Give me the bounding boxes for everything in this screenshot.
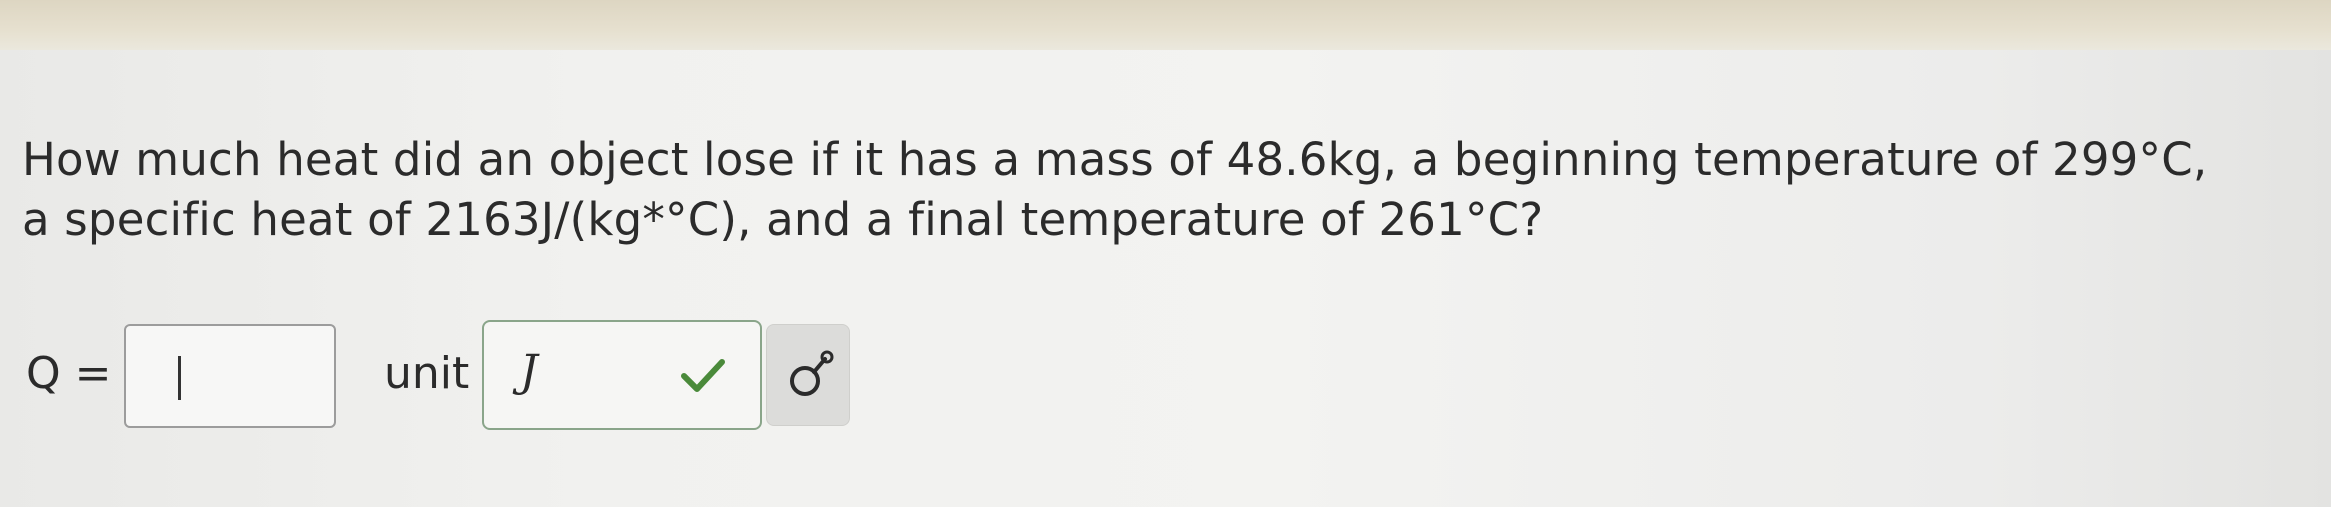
unit-input[interactable]: J bbox=[482, 320, 762, 430]
top-strip bbox=[0, 0, 2331, 50]
unit-value: J bbox=[520, 346, 538, 397]
question-line-2: a specific heat of 2163J/(kg*°C), and a … bbox=[22, 193, 1544, 246]
text-cursor bbox=[178, 356, 181, 400]
units-picker-icon bbox=[790, 350, 834, 396]
question-panel bbox=[0, 50, 2331, 507]
units-picker-button[interactable] bbox=[766, 324, 850, 426]
question-line-1: How much heat did an object lose if it h… bbox=[22, 133, 2208, 186]
answer-row: Q = unit J bbox=[26, 320, 926, 430]
q-label: Q = bbox=[26, 348, 112, 399]
question-text: How much heat did an object lose if it h… bbox=[22, 130, 2302, 250]
unit-label: unit bbox=[384, 348, 470, 399]
q-answer-input[interactable] bbox=[124, 324, 336, 428]
check-icon bbox=[681, 359, 725, 392]
